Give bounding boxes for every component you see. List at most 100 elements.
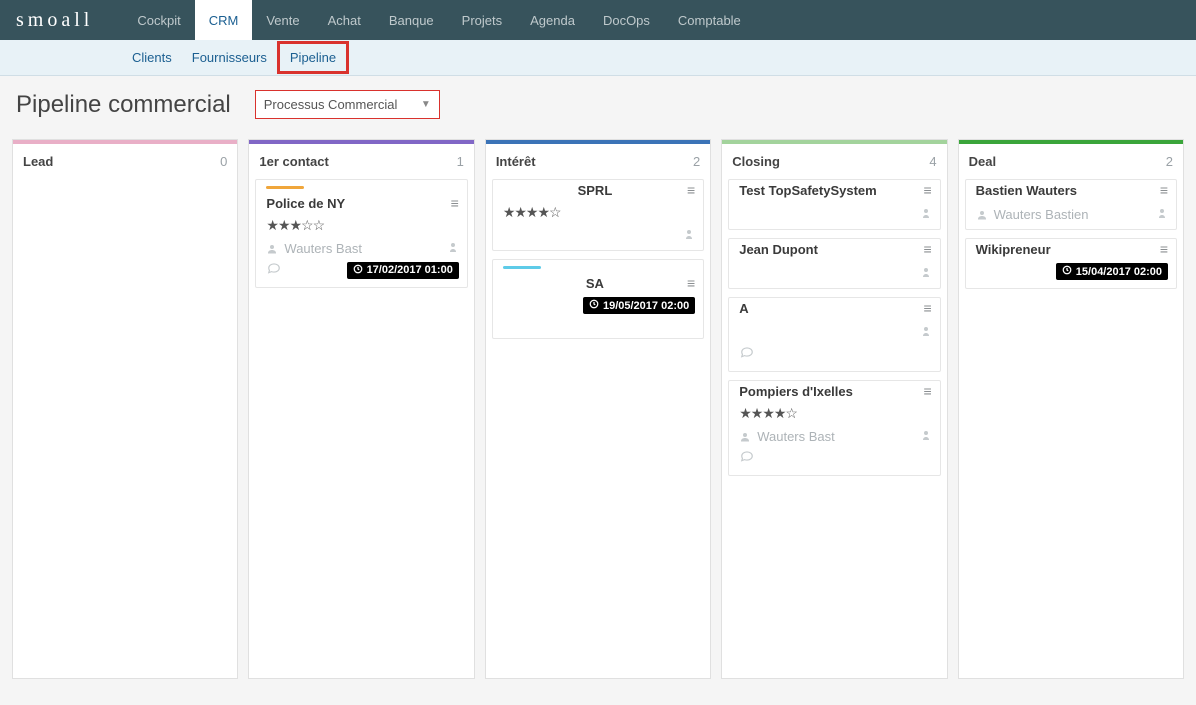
column-contact1: 1er contact1 Police de NY ≡ ★★★☆☆ Wauters Ba… [248,139,474,679]
card-title: Pompiers d'Ixelles [739,384,853,399]
nav-tab-cockpit[interactable]: Cockpit [123,0,194,40]
nav-tab-comptable[interactable]: Comptable [664,0,755,40]
card-title: Bastien Wauters [976,183,1077,198]
column-interet: Intérêt 2 SPRL≡★★★★☆ SA≡ 19/05/2017 02:00 [485,139,711,679]
column-lead: Lead0 [12,139,238,679]
avatar-icon [920,265,932,282]
nav-tab-banque[interactable]: Banque [375,0,448,40]
card-date-text: 15/04/2017 02:00 [1076,266,1162,278]
card-date-badge: 15/04/2017 02:00 [1056,263,1168,280]
kanban-card[interactable]: Test TopSafetySystem ≡ [728,179,940,230]
sub-nav: ClientsFournisseursPipeline [0,40,1196,76]
subnav-clients[interactable]: Clients [122,44,182,71]
card-contact-name: Wauters Bast [284,241,362,256]
kanban-card[interactable]: Pompiers d'Ixelles ≡ ★★★★☆Wauters Bast [728,380,940,476]
column-header: Closing4 [722,144,946,179]
card-accent [266,186,304,189]
person-icon [739,431,751,443]
card-menu-icon[interactable]: ≡ [923,300,931,316]
kanban-card[interactable]: SA≡ 19/05/2017 02:00 [492,259,704,339]
card-title: Police de NY [266,196,345,211]
column-count: 2 [693,154,700,169]
card-date-text: 17/02/2017 01:00 [367,264,453,276]
chat-icon[interactable] [739,345,755,363]
avatar-icon [920,428,932,445]
kanban-card[interactable]: Police de NY ≡ ★★★☆☆ Wauters Bast 17/02/2017… [255,179,467,288]
card-title: A [739,301,748,316]
card-menu-icon[interactable]: ≡ [1160,182,1168,198]
column-header: Lead0 [13,144,237,179]
column-closing: Closing4Test TopSafetySystem≡Jean Dupont… [721,139,947,679]
page-header: Pipeline commercial Processus Commercial… [0,76,1196,133]
card-menu-icon[interactable]: ≡ [923,241,931,257]
card-title-row: Wikipreneur ≡ [966,239,1176,261]
nav-tab-projets[interactable]: Projets [448,0,516,40]
card-title: Wikipreneur [976,242,1051,257]
card-footer-row: 17/02/2017 01:00 [256,259,466,283]
card-menu-icon[interactable]: ≡ [687,182,695,198]
process-select[interactable]: Processus Commercial ▼ [255,90,440,119]
nav-tab-achat[interactable]: Achat [314,0,375,40]
subnav-pipeline[interactable]: Pipeline [277,41,349,74]
card-menu-icon[interactable]: ≡ [923,383,931,399]
column-title: Deal [969,154,996,169]
card-date-text: 19/05/2017 02:00 [603,300,689,312]
card-footer-row: 15/04/2017 02:00 [966,261,1176,284]
card-contact-row: Wauters Bast [729,424,939,447]
card-date-badge: 19/05/2017 02:00 [583,297,695,314]
card-accent [503,266,541,269]
card-title: Test TopSafetySystem [739,183,877,198]
column-title: Intérêt [496,154,536,169]
avatar-icon [920,324,932,341]
kanban-card[interactable]: Bastien Wauters ≡ Wauters Bastien [965,179,1177,230]
card-contact-name: Wauters Bastien [994,207,1089,222]
column-header: 1er contact1 [249,144,473,179]
top-nav: smoall CockpitCRMVenteAchatBanqueProjets… [0,0,1196,40]
avatar-icon [920,206,932,223]
card-footer-row: 19/05/2017 02:00 [493,295,703,318]
column-header: Deal 2 [959,144,1183,179]
chat-icon[interactable] [266,261,282,279]
process-select-value: Processus Commercial [264,97,398,112]
column-header: Intérêt 2 [486,144,710,179]
card-title-row: SA≡ [493,273,703,295]
card-menu-icon[interactable]: ≡ [451,195,459,211]
kanban-card[interactable]: Wikipreneur ≡ 15/04/2017 02:00 [965,238,1177,289]
card-menu-icon[interactable]: ≡ [1160,241,1168,257]
card-avatar-row [729,320,939,343]
chat-icon[interactable] [739,449,755,467]
person-icon [976,209,988,221]
card-rating[interactable]: ★★★★☆ [493,202,703,223]
card-rating[interactable]: ★★★★☆ [729,403,939,424]
nav-tab-vente[interactable]: Vente [252,0,313,40]
card-avatar-row [493,223,703,246]
card-menu-icon[interactable]: ≡ [923,182,931,198]
kanban-board: Lead0 1er contact1 Police de NY ≡ ★★★☆☆ Waute… [0,133,1196,685]
card-menu-icon[interactable]: ≡ [687,275,695,291]
column-count: 2 [1166,154,1173,169]
clock-icon [1062,265,1072,278]
kanban-card[interactable]: Jean Dupont≡ [728,238,940,289]
card-title-row: Pompiers d'Ixelles ≡ [729,381,939,403]
column-title: 1er contact [259,154,328,169]
nav-tab-docops[interactable]: DocOps [589,0,664,40]
logo: smoall [16,9,93,32]
card-date-badge: 17/02/2017 01:00 [347,262,459,279]
subnav-fournisseurs[interactable]: Fournisseurs [182,44,277,71]
chevron-down-icon: ▼ [421,99,431,110]
card-title-row: Police de NY ≡ [256,193,466,215]
column-deal: Deal 2 Bastien Wauters ≡ Wauters Bastien Wiki… [958,139,1184,679]
page-title: Pipeline commercial [16,91,231,119]
column-title: Lead [23,154,53,169]
card-title-row: A≡ [729,298,939,320]
card-contact-row: Wauters Bastien [966,202,1176,225]
card-footer-row [729,447,939,471]
kanban-card[interactable]: SPRL≡★★★★☆ [492,179,704,251]
kanban-card[interactable]: A≡ [728,297,940,372]
nav-tab-agenda[interactable]: Agenda [516,0,589,40]
card-rating[interactable]: ★★★☆☆ [256,215,466,236]
card-title-row: SPRL≡ [493,180,703,202]
clock-icon [589,299,599,312]
nav-tab-crm[interactable]: CRM [195,0,253,40]
card-title-row: Test TopSafetySystem ≡ [729,180,939,202]
